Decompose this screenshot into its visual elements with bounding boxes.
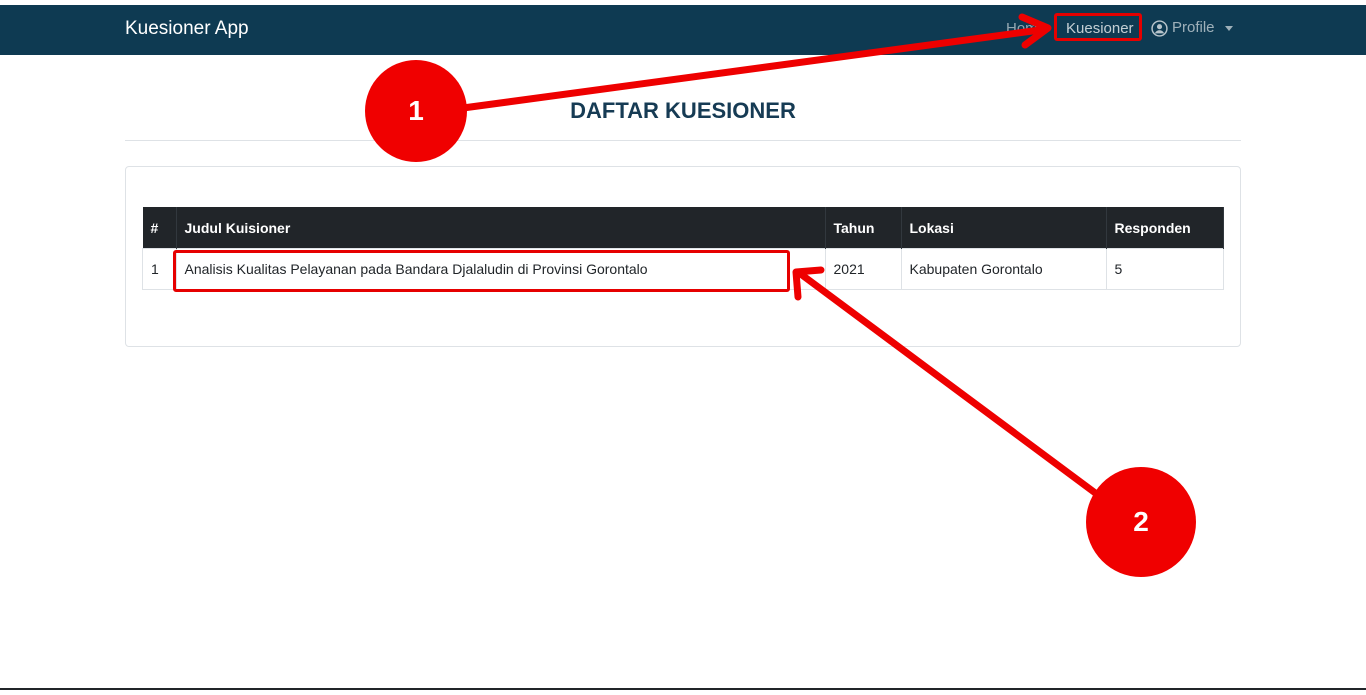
annotation-marker-1: 1 bbox=[365, 60, 467, 162]
annotation-arrows bbox=[459, 13, 1102, 499]
bottom-border bbox=[0, 688, 1366, 690]
arrow-line-1 bbox=[459, 26, 1044, 112]
arrow-line-2 bbox=[798, 271, 1102, 499]
annotation-marker-2: 2 bbox=[1086, 467, 1196, 577]
